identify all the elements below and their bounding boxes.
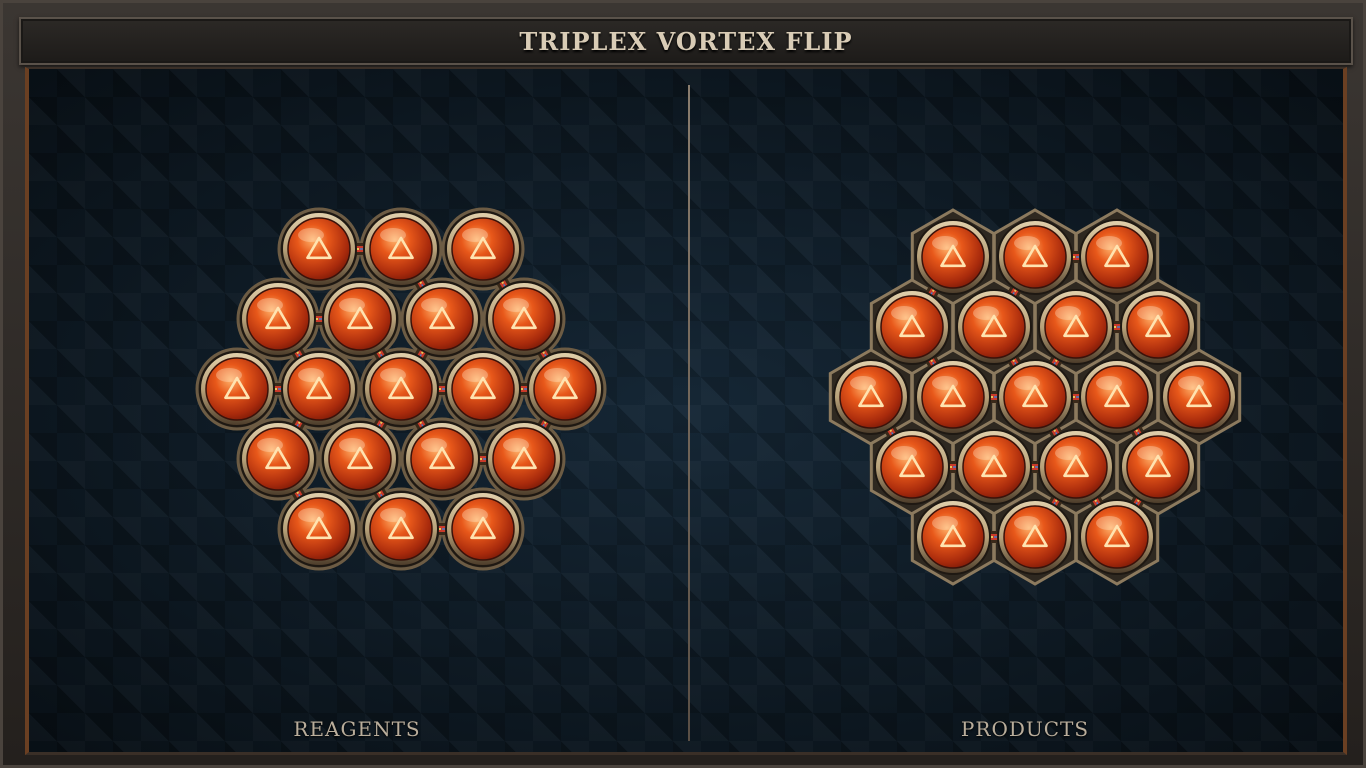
puzzle-title: TRIPLEX VORTEX FLIP bbox=[519, 26, 853, 56]
atom[interactable] bbox=[833, 359, 909, 435]
atom[interactable] bbox=[486, 281, 562, 357]
reagents-molecule[interactable] bbox=[29, 69, 689, 755]
atom[interactable] bbox=[363, 491, 439, 567]
atom[interactable] bbox=[240, 421, 316, 497]
atom[interactable] bbox=[322, 281, 398, 357]
atom[interactable] bbox=[445, 351, 521, 427]
atom[interactable] bbox=[1079, 499, 1155, 575]
atom[interactable] bbox=[1079, 219, 1155, 295]
products-molecule[interactable] bbox=[691, 69, 1347, 755]
title-bar: TRIPLEX VORTEX FLIP bbox=[19, 17, 1353, 65]
panel-divider bbox=[688, 85, 690, 741]
atom[interactable] bbox=[874, 289, 950, 365]
game-frame: TRIPLEX VORTEX FLIP REAGENTS PRODUCTS bbox=[0, 0, 1366, 768]
atom[interactable] bbox=[363, 351, 439, 427]
atom[interactable] bbox=[1120, 429, 1196, 505]
atom[interactable] bbox=[915, 219, 991, 295]
atom[interactable] bbox=[404, 421, 480, 497]
puzzle-board: REAGENTS PRODUCTS bbox=[25, 67, 1347, 755]
atom[interactable] bbox=[1038, 429, 1114, 505]
atom[interactable] bbox=[404, 281, 480, 357]
atom[interactable] bbox=[915, 359, 991, 435]
atom[interactable] bbox=[281, 211, 357, 287]
atom[interactable] bbox=[997, 499, 1073, 575]
atom[interactable] bbox=[1120, 289, 1196, 365]
atom[interactable] bbox=[240, 281, 316, 357]
atom[interactable] bbox=[1038, 289, 1114, 365]
atom[interactable] bbox=[874, 429, 950, 505]
atom[interactable] bbox=[956, 289, 1032, 365]
atom[interactable] bbox=[527, 351, 603, 427]
atom[interactable] bbox=[956, 429, 1032, 505]
atom[interactable] bbox=[363, 211, 439, 287]
reagents-label: REAGENTS bbox=[293, 717, 421, 741]
atom[interactable] bbox=[997, 359, 1073, 435]
atom[interactable] bbox=[445, 211, 521, 287]
atom[interactable] bbox=[1161, 359, 1237, 435]
atom[interactable] bbox=[445, 491, 521, 567]
atom[interactable] bbox=[281, 351, 357, 427]
atom[interactable] bbox=[997, 219, 1073, 295]
atom[interactable] bbox=[199, 351, 275, 427]
atom[interactable] bbox=[915, 499, 991, 575]
atom[interactable] bbox=[281, 491, 357, 567]
atom[interactable] bbox=[1079, 359, 1155, 435]
atom[interactable] bbox=[322, 421, 398, 497]
products-label: PRODUCTS bbox=[960, 717, 1090, 741]
atom[interactable] bbox=[486, 421, 562, 497]
